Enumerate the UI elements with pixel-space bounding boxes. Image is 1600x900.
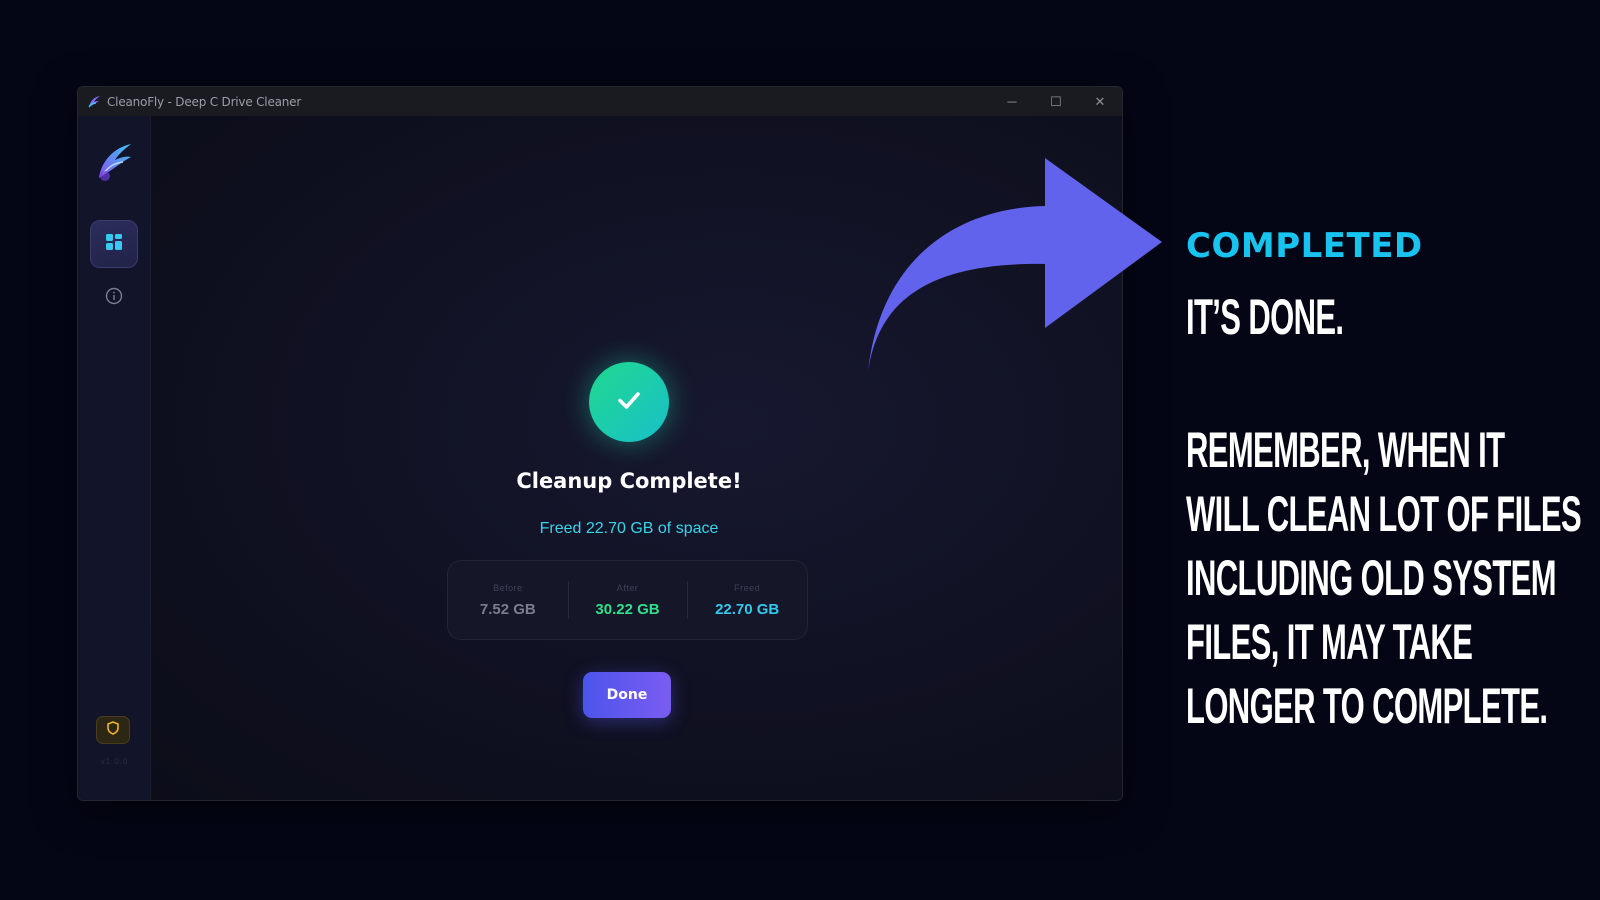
sidebar: v1.0.0: [78, 116, 151, 800]
stat-before: Before 7.52 GB: [448, 561, 568, 639]
dashboard-grid-icon: [105, 233, 123, 256]
stat-value: 7.52 GB: [479, 600, 536, 618]
success-badge: [589, 362, 669, 442]
page-title: Cleanup Complete!: [516, 469, 742, 493]
stat-value: 30.22 GB: [595, 600, 660, 618]
protection-badge[interactable]: [96, 716, 130, 744]
done-button[interactable]: Done: [583, 672, 671, 718]
stat-freed: Freed 22.70 GB: [687, 561, 807, 639]
stat-value: 22.70 GB: [715, 600, 780, 618]
version-label: v1.0.0: [100, 757, 129, 766]
stat-after: After 30.22 GB: [567, 561, 688, 639]
curved-arrow-icon: [868, 158, 1162, 372]
annotation-line: IT’S DONE.: [1186, 289, 1344, 345]
close-button[interactable]: ✕: [1078, 87, 1122, 116]
app-logo-icon: [93, 140, 135, 184]
sidebar-item-dashboard[interactable]: [90, 220, 138, 268]
title-bar[interactable]: CleanoFly - Deep C Drive Cleaner ─ ☐ ✕: [78, 87, 1122, 116]
sidebar-item-about[interactable]: [102, 286, 126, 310]
shield-icon: [106, 720, 120, 740]
stat-label: Freed: [734, 582, 761, 593]
app-logo-icon: [87, 95, 101, 109]
stat-label: Before: [493, 582, 523, 593]
freed-summary: Freed 22.70 GB of space: [539, 520, 719, 537]
window-title: CleanoFly - Deep C Drive Cleaner: [107, 94, 302, 109]
annotation-body: REMEMBER, WHEN IT WILL CLEAN LOT OF FILE…: [1186, 422, 1582, 734]
checkmark-icon: [614, 385, 644, 420]
info-icon: [105, 287, 123, 310]
maximize-button[interactable]: ☐: [1034, 87, 1078, 116]
stats-card: Before 7.52 GB After 30.22 GB Freed 22.7…: [447, 560, 808, 640]
stat-label: After: [616, 582, 639, 593]
annotation-heading: COMPLETED: [1186, 226, 1423, 266]
minimize-button[interactable]: ─: [990, 87, 1034, 116]
